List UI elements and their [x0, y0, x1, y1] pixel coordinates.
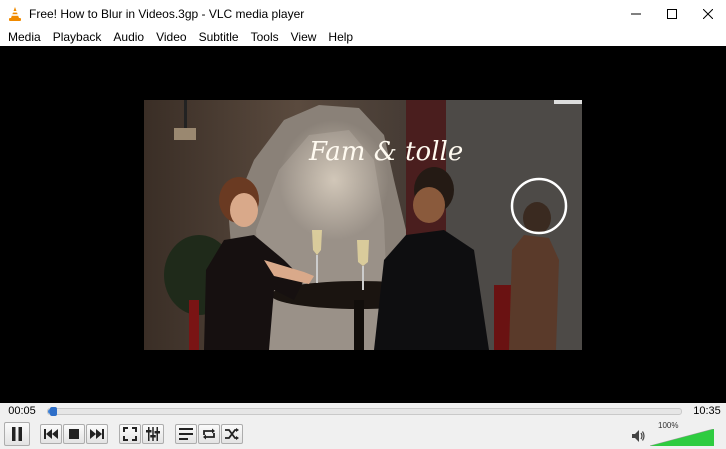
next-icon — [90, 429, 104, 439]
menu-tools[interactable]: Tools — [245, 28, 285, 46]
previous-button[interactable] — [40, 424, 62, 444]
minimize-icon — [631, 13, 641, 15]
pause-button[interactable] — [4, 422, 30, 446]
menu-subtitle[interactable]: Subtitle — [193, 28, 245, 46]
total-time: 10:35 — [693, 405, 721, 417]
maximize-icon — [667, 9, 677, 19]
menu-view[interactable]: View — [285, 28, 323, 46]
loop-button[interactable] — [198, 424, 220, 444]
stop-button[interactable] — [63, 424, 85, 444]
fullscreen-icon — [123, 427, 137, 441]
menu-video[interactable]: Video — [150, 28, 192, 46]
seek-slider[interactable] — [47, 406, 682, 416]
shuffle-button[interactable] — [221, 424, 243, 444]
menu-media[interactable]: Media — [2, 28, 47, 46]
loop-icon — [203, 428, 215, 440]
neon-sign: Fam & tolle — [308, 137, 463, 167]
seek-handle[interactable] — [50, 406, 58, 416]
controls-bar: 100% — [0, 419, 726, 449]
menu-bar: Media Playback Audio Video Subtitle Tool… — [0, 28, 726, 46]
menu-help[interactable]: Help — [322, 28, 359, 46]
extended-settings-button[interactable] — [142, 424, 164, 444]
playlist-icon — [179, 428, 193, 440]
speaker-icon[interactable] — [632, 430, 646, 442]
vlc-cone-icon — [9, 7, 21, 21]
volume-control: 100% — [632, 421, 722, 447]
close-icon — [703, 9, 713, 19]
next-button[interactable] — [86, 424, 108, 444]
window-title: Free! How to Blur in Videos.3gp - VLC me… — [29, 7, 305, 21]
menu-audio[interactable]: Audio — [107, 28, 150, 46]
title-bar: Free! How to Blur in Videos.3gp - VLC me… — [0, 0, 726, 28]
video-scene: Fam & tolle — [144, 100, 582, 350]
previous-icon — [44, 429, 58, 439]
close-button[interactable] — [690, 0, 726, 28]
video-area[interactable]: Fam & tolle — [0, 46, 726, 403]
elapsed-time: 00:05 — [8, 405, 36, 417]
extended-settings-icon — [146, 427, 160, 441]
video-frame: Fam & tolle — [144, 100, 582, 350]
seek-bar-row: 00:05 10:35 — [0, 403, 726, 419]
playlist-button[interactable] — [175, 424, 197, 444]
pause-icon — [12, 427, 22, 441]
maximize-button[interactable] — [654, 0, 690, 28]
volume-slider[interactable] — [650, 429, 714, 446]
shuffle-icon — [225, 428, 239, 440]
minimize-button[interactable] — [618, 0, 654, 28]
fullscreen-button[interactable] — [119, 424, 141, 444]
menu-playback[interactable]: Playback — [47, 28, 108, 46]
stop-icon — [69, 429, 79, 439]
